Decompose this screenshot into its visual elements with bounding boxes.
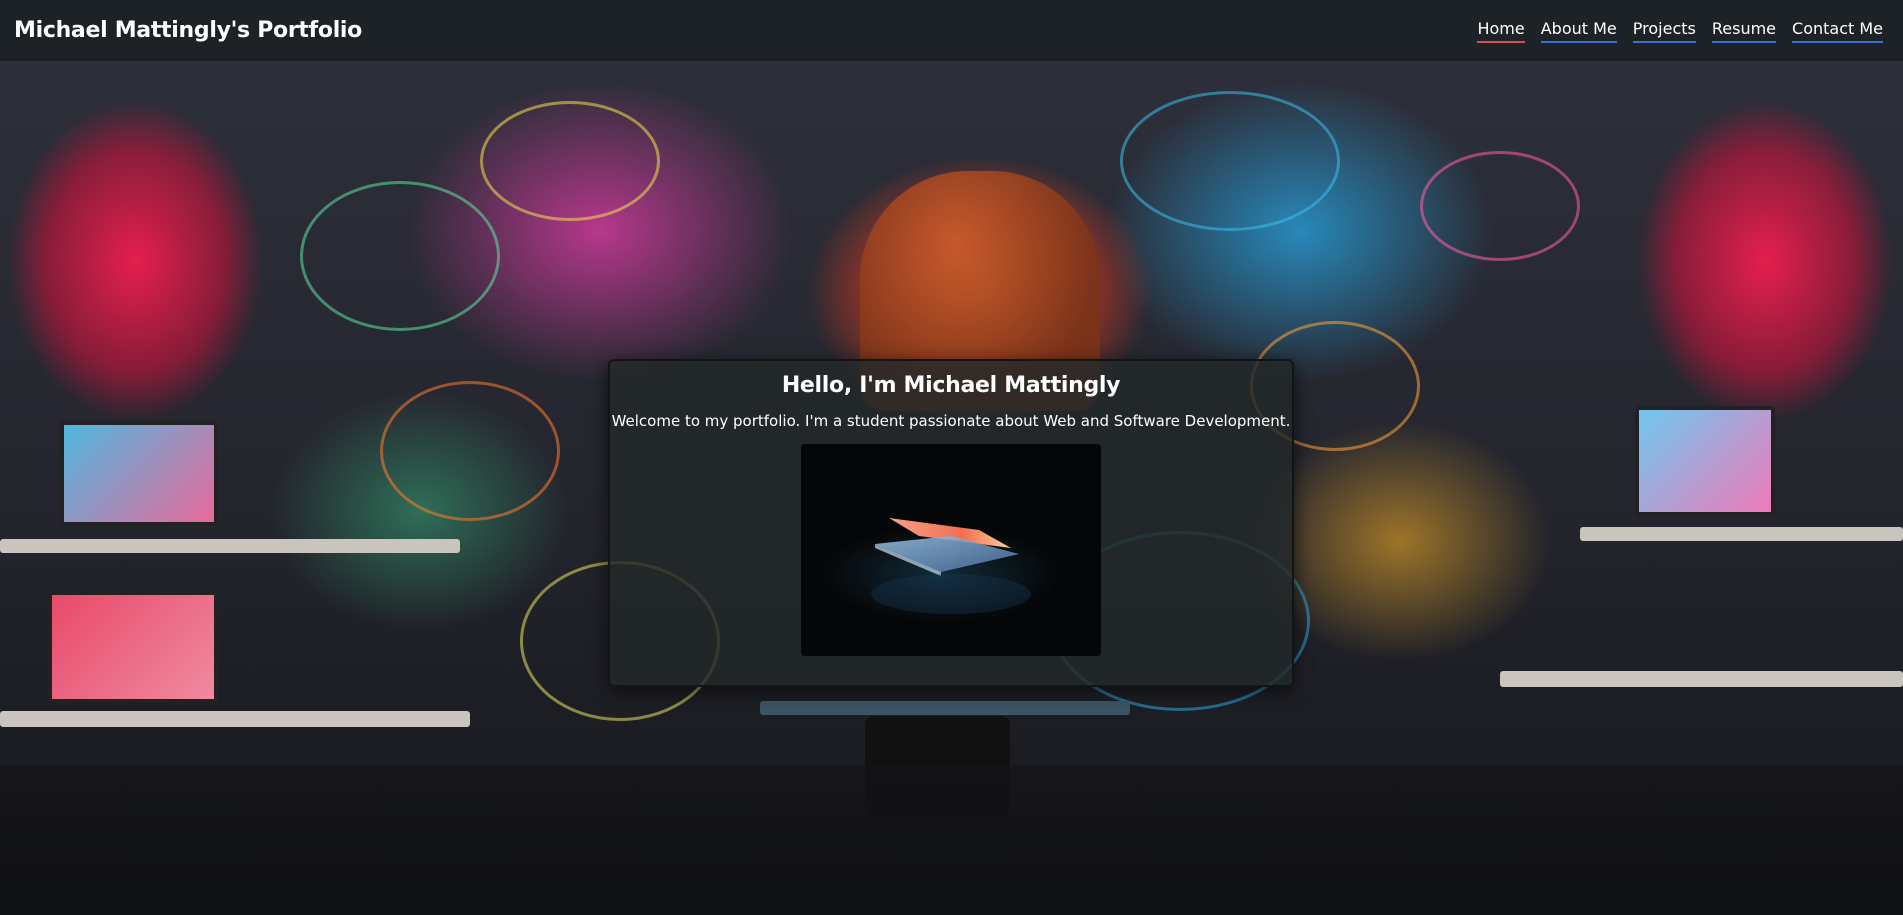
hero-heading: Hello, I'm Michael Mattingly xyxy=(781,373,1121,398)
mural-floor xyxy=(0,765,1903,915)
hero-laptop-image xyxy=(801,444,1101,656)
graffiti-mark xyxy=(1120,91,1340,231)
nav-projects-link[interactable]: Projects xyxy=(1632,19,1696,43)
mural-desk xyxy=(760,701,1130,715)
site-header: Michael Mattingly's Portfolio Home About… xyxy=(0,0,1903,61)
graffiti-mark xyxy=(380,381,560,521)
graffiti-mark xyxy=(300,181,500,331)
main-nav: Home About Me Projects Resume Contact Me xyxy=(1477,19,1883,43)
mural-desk xyxy=(0,711,470,727)
nav-resume-link[interactable]: Resume xyxy=(1711,19,1777,43)
graffiti-mark xyxy=(480,101,660,221)
mural-laptop xyxy=(48,591,218,703)
site-title[interactable]: Michael Mattingly's Portfolio xyxy=(14,18,362,43)
nav-contact-link[interactable]: Contact Me xyxy=(1792,19,1883,43)
nav-about-link[interactable]: About Me xyxy=(1540,19,1617,43)
hero-card: Hello, I'm Michael Mattingly Welcome to … xyxy=(608,359,1294,687)
mural-desk xyxy=(0,539,460,553)
mural-desk xyxy=(1580,527,1903,541)
laptop-illustration xyxy=(871,518,1031,614)
graffiti-mark xyxy=(1420,151,1580,261)
nav-home-link[interactable]: Home xyxy=(1477,19,1525,43)
mural-laptop xyxy=(60,421,218,526)
hero-intro: Welcome to my portfolio. I'm a student p… xyxy=(611,412,1291,430)
mural-desk xyxy=(1500,671,1903,687)
mural-laptop xyxy=(1635,406,1775,516)
